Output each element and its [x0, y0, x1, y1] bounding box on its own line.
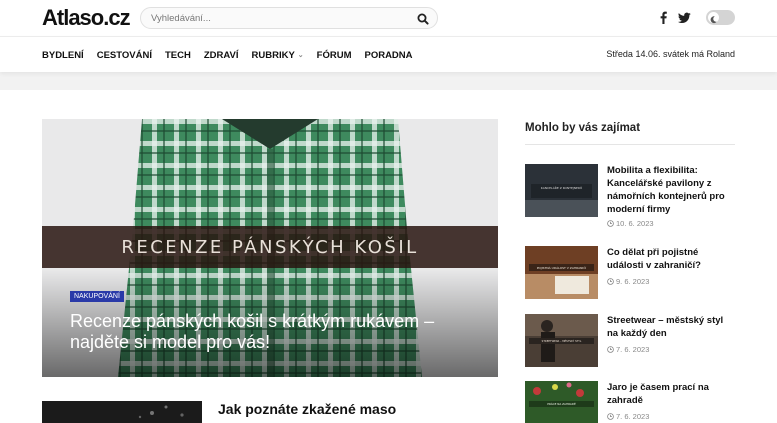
twitter-icon	[677, 12, 691, 24]
sidebar-article[interactable]: PRÁCE NA ZAHRADĚ Jaro je časem prací na …	[525, 381, 735, 423]
date-text: 10. 6. 2023	[616, 219, 654, 228]
top-bar: Atlaso.cz	[0, 0, 777, 36]
main-content: RECENZE PÁNSKÝCH KOŠIL NAKUPOVÁNÍ Recenz…	[0, 90, 777, 423]
clock-icon	[607, 278, 614, 285]
article-title[interactable]: Jaro je časem prací na zahradě	[607, 381, 735, 407]
sidebar-article[interactable]: KANCELÁŘE Z KONTEJNERŮ Mobilita a flexib…	[525, 164, 735, 228]
image-caption-text: RECENZE PÁNSKÝCH KOŠIL	[121, 236, 419, 258]
date-text: 7. 6. 2023	[616, 412, 650, 421]
nav-item-tech[interactable]: TECH	[165, 50, 191, 61]
featured-article[interactable]: RECENZE PÁNSKÝCH KOŠIL NAKUPOVÁNÍ Recenz…	[42, 119, 498, 377]
article-thumbnail[interactable]: KANCELÁŘE Z KONTEJNERŮ	[525, 164, 598, 217]
twitter-link[interactable]	[677, 11, 691, 29]
main-navigation-bar: BYDLENÍ CESTOVÁNÍ TECH ZDRAVÍ RUBRIKY ⌄ …	[0, 36, 777, 72]
facebook-icon	[660, 11, 667, 24]
article-date: 7. 6. 2023	[607, 345, 649, 354]
date-text: 7. 6. 2023	[616, 345, 650, 354]
category-badge[interactable]: NAKUPOVÁNÍ	[70, 291, 124, 302]
nav-item-cestovani[interactable]: CESTOVÁNÍ	[97, 50, 152, 61]
article-thumbnail[interactable]: POJISTNÁ UDÁLOST V ZAHRANIČÍ	[525, 246, 598, 299]
image-caption-banner: RECENZE PÁNSKÝCH KOŠIL	[42, 226, 498, 268]
article-title[interactable]: Co dělat při pojistné události v zahrani…	[607, 246, 735, 272]
toggle-knob	[708, 12, 719, 24]
site-logo[interactable]: Atlaso.cz	[42, 5, 131, 31]
nav-item-label: RUBRIKY	[251, 49, 295, 61]
sidebar-article[interactable]: POJISTNÁ UDÁLOST V ZAHRANIČÍ Co dělat př…	[525, 246, 735, 302]
article-thumbnail[interactable]	[42, 401, 202, 423]
search-box[interactable]	[140, 7, 438, 29]
clock-icon	[607, 220, 614, 227]
meat-image	[42, 401, 202, 423]
article-thumbnail[interactable]: PRÁCE NA ZAHRADĚ	[525, 381, 598, 423]
thumbnail-caption: POJISTNÁ UDÁLOST V ZAHRANIČÍ	[537, 265, 587, 270]
article-date: 9. 6. 2023	[607, 277, 649, 286]
office-container-image: KANCELÁŘE Z KONTEJNERŮ	[525, 164, 598, 217]
nav-item-poradna[interactable]: PORADNA	[364, 50, 412, 61]
facebook-link[interactable]	[658, 11, 668, 29]
article-title[interactable]: Jak poznáte zkažené maso	[218, 401, 396, 417]
nav-item-bydleni[interactable]: BYDLENÍ	[42, 50, 84, 61]
article-date: 7. 6. 2023	[607, 412, 649, 421]
article-date: 10. 6. 2023	[607, 219, 654, 228]
date-text: 9. 6. 2023	[616, 277, 650, 286]
thumbnail-caption: KANCELÁŘE Z KONTEJNERŮ	[541, 185, 582, 190]
insurance-image: POJISTNÁ UDÁLOST V ZAHRANIČÍ	[525, 246, 598, 299]
search-input[interactable]	[151, 11, 401, 26]
moon-icon	[710, 16, 717, 24]
clock-icon	[607, 413, 614, 420]
nav-item-rubriky[interactable]: RUBRIKY ⌄	[252, 50, 304, 61]
main-menu: BYDLENÍ CESTOVÁNÍ TECH ZDRAVÍ RUBRIKY ⌄ …	[42, 37, 426, 73]
date-nameday: Středa 14.06. svátek má Roland	[606, 49, 735, 59]
nav-item-zdravi[interactable]: ZDRAVÍ	[204, 50, 239, 61]
featured-article-title[interactable]: Recenze pánských košil s krátkým rukávem…	[70, 311, 470, 353]
search-icon	[417, 13, 429, 25]
clock-icon	[607, 346, 614, 353]
secondary-article[interactable]: Jak poznáte zkažené maso	[42, 401, 498, 423]
article-title[interactable]: Mobilita a flexibilita: Kancelářské pavi…	[607, 164, 735, 216]
divider	[525, 144, 735, 145]
thumbnail-caption: PRÁCE NA ZAHRADĚ	[547, 401, 576, 406]
dark-mode-toggle[interactable]	[706, 10, 735, 25]
sidebar-article[interactable]: STREETWEAR – MĚSTSKÝ STYL Streetwear – m…	[525, 314, 735, 370]
sidebar-heading: Mohlo by vás zajímat	[525, 122, 641, 134]
nav-item-forum[interactable]: FÓRUM	[317, 50, 352, 61]
garden-image: PRÁCE NA ZAHRADĚ	[525, 381, 598, 423]
streetwear-image: STREETWEAR – MĚSTSKÝ STYL	[525, 314, 598, 367]
search-button[interactable]	[415, 11, 431, 27]
article-thumbnail[interactable]: STREETWEAR – MĚSTSKÝ STYL	[525, 314, 598, 367]
article-title[interactable]: Streetwear – městský styl na každý den	[607, 314, 735, 340]
chevron-down-icon: ⌄	[297, 52, 304, 59]
